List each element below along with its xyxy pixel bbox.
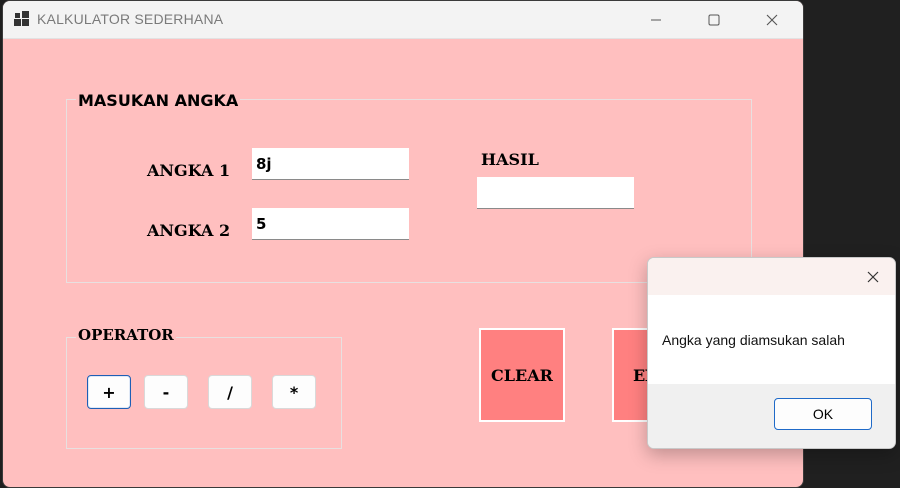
window-title: KALKULATOR SEDERHANA — [37, 11, 224, 27]
angka2-input[interactable] — [252, 208, 409, 240]
angka2-label: ANGKA 2 — [147, 221, 231, 240]
angka1-label: ANGKA 1 — [147, 161, 231, 180]
maximize-icon — [708, 14, 720, 25]
title-bar[interactable]: KALKULATOR SEDERHANA — [3, 1, 803, 39]
close-icon — [766, 14, 778, 25]
input-groupbox — [66, 99, 752, 283]
window-app-icon — [14, 11, 29, 26]
input-group-title: MASUKAN ANGKA — [76, 91, 241, 110]
ok-button[interactable]: OK — [774, 398, 872, 430]
dialog-close-button[interactable] — [851, 258, 895, 295]
dialog-title-bar[interactable] — [648, 258, 895, 295]
maximize-button[interactable] — [691, 1, 737, 38]
close-button[interactable] — [749, 1, 795, 38]
angka1-input[interactable] — [252, 148, 409, 180]
plus-button[interactable]: + — [87, 375, 131, 409]
divide-button[interactable]: / — [208, 375, 252, 409]
hasil-label: HASIL — [481, 150, 539, 169]
multiply-button[interactable]: * — [272, 375, 316, 409]
minimize-button[interactable] — [633, 1, 679, 38]
dialog-footer: OK — [648, 384, 895, 448]
close-icon — [867, 271, 879, 282]
error-message-dialog: Angka yang diamsukan salah OK — [647, 257, 896, 449]
minus-button[interactable]: - — [144, 375, 188, 409]
operator-group-title: OPERATOR — [76, 326, 176, 344]
minimize-icon — [651, 19, 661, 20]
dialog-message: Angka yang diamsukan salah — [662, 332, 845, 348]
hasil-output[interactable] — [477, 177, 634, 209]
clear-button[interactable]: CLEAR — [479, 328, 565, 422]
